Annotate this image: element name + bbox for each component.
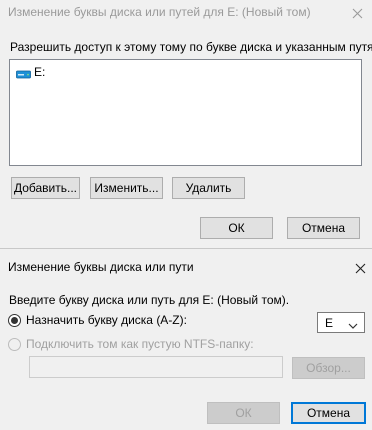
drive-path-list[interactable]: E:	[9, 59, 362, 166]
close-icon[interactable]	[346, 2, 368, 24]
assign-letter-label: Назначить букву диска (A-Z):	[26, 313, 187, 327]
bottom-dialog-description: Введите букву диска или путь для E: (Нов…	[9, 293, 290, 307]
top-dialog-title: Изменение буквы диска или путей для E: (…	[8, 5, 311, 19]
add-button[interactable]: Добавить...	[11, 177, 80, 199]
ok-button[interactable]: ОК	[207, 402, 280, 424]
cancel-button[interactable]: Отмена	[291, 402, 366, 424]
mount-folder-radio[interactable]	[8, 337, 21, 351]
drive-letter-select[interactable]: E	[317, 312, 365, 333]
folder-path-input[interactable]	[29, 356, 283, 378]
bottom-dialog-title: Изменение буквы диска или пути	[8, 260, 194, 274]
list-item[interactable]: E:	[16, 65, 45, 79]
chevron-down-icon	[348, 319, 358, 333]
assign-letter-option[interactable]: Назначить букву диска (A-Z):	[8, 313, 187, 327]
drive-icon	[16, 68, 31, 78]
top-dialog-description: Разрешить доступ к этому тому по букве д…	[10, 40, 372, 54]
browse-button[interactable]: Обзор...	[292, 357, 365, 379]
ok-button[interactable]: ОК	[200, 217, 273, 239]
remove-button[interactable]: Удалить	[172, 177, 245, 199]
close-icon[interactable]	[349, 257, 371, 279]
change-button[interactable]: Изменить...	[90, 177, 163, 199]
mount-folder-option[interactable]: Подключить том как пустую NTFS-папку:	[8, 337, 254, 351]
bottom-dialog: Изменение буквы диска или пути Введите б…	[0, 248, 372, 430]
list-item-label: E:	[34, 65, 46, 79]
mount-folder-label: Подключить том как пустую NTFS-папку:	[26, 337, 254, 351]
assign-letter-radio[interactable]	[8, 313, 21, 327]
cancel-button[interactable]: Отмена	[287, 217, 360, 239]
drive-letter-value: E	[325, 315, 334, 330]
top-dialog: Изменение буквы диска или путей для E: (…	[0, 0, 372, 246]
